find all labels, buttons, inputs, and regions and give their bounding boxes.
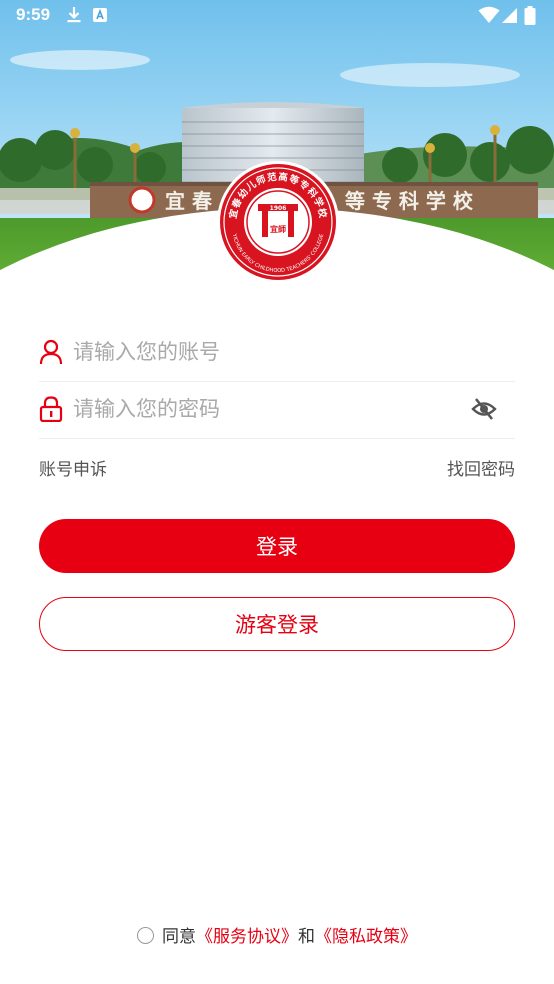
account-appeal-link[interactable]: 账号申诉 (39, 455, 107, 480)
agree-radio[interactable] (137, 927, 154, 944)
forgot-password-link[interactable]: 找回密码 (447, 455, 515, 480)
status-bar: 9:59 (0, 0, 554, 32)
emblem-seal-char: 宜師 (270, 224, 286, 234)
password-input[interactable] (71, 388, 475, 430)
gate-text-left: 宜 春 (165, 189, 213, 213)
download-icon (67, 7, 81, 23)
account-field (39, 325, 515, 382)
guest-login-button[interactable]: 游客登录 (39, 597, 515, 651)
eye-hidden-icon[interactable] (471, 396, 497, 422)
user-icon (39, 339, 63, 365)
account-input[interactable] (71, 331, 475, 373)
service-agreement-link[interactable]: 《服务协议》 (196, 927, 298, 947)
battery-icon (524, 6, 536, 25)
privacy-policy-link[interactable]: 《隐私政策》 (315, 927, 417, 947)
emblem-year: 1906 (270, 205, 287, 212)
status-time: 9:59 (16, 5, 51, 24)
signal-icon (502, 8, 517, 23)
password-field (39, 382, 515, 439)
a-notification-icon (93, 8, 107, 22)
login-button[interactable]: 登录 (39, 519, 515, 573)
school-emblem-logo: 宜春幼儿师范高等专科学校 YICHUN EARLY CHILDHOOD TEAC… (217, 161, 339, 283)
wifi-icon (478, 6, 500, 23)
gate-text-right: 等 专 科 学 校 (345, 189, 474, 213)
agreement-row: 同意《服务协议》和《隐私政策》 (0, 922, 554, 947)
agree-and: 和 (298, 927, 315, 947)
agree-prefix: 同意 (162, 927, 196, 947)
lock-icon (39, 396, 63, 422)
